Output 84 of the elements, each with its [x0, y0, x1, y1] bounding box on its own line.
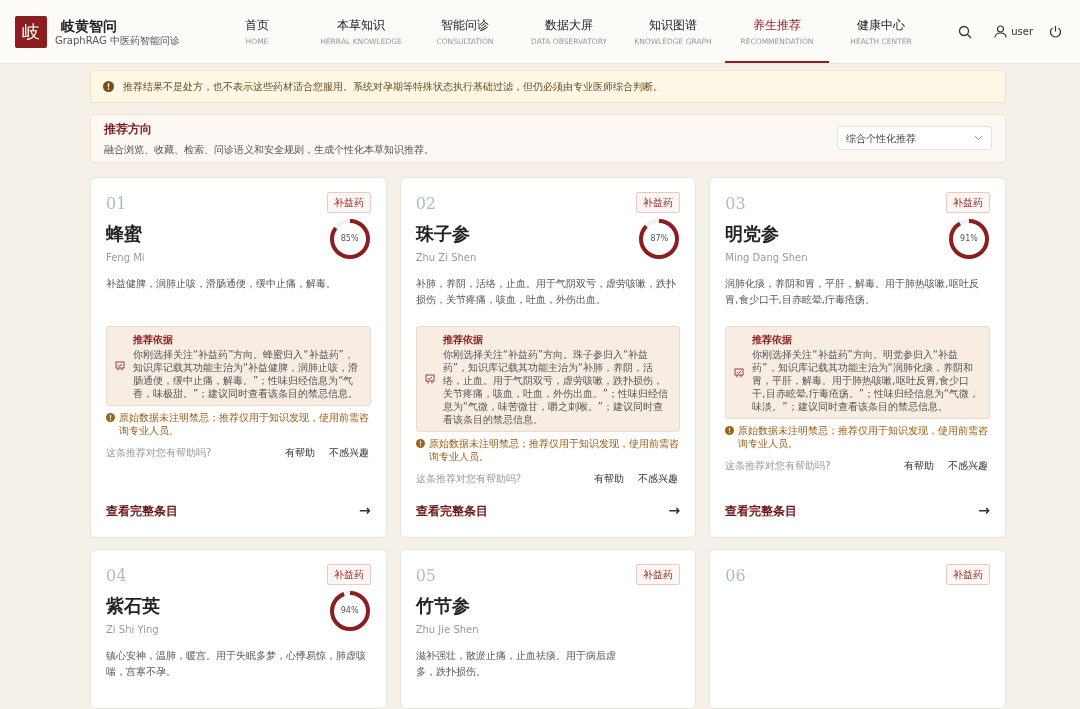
brand-name: 岐黄智问 — [60, 16, 118, 35]
basis-title: 推荐依据 — [442, 333, 484, 347]
nav-label: 健康中心 — [857, 16, 905, 34]
herb-pinyin: Feng Mi — [106, 251, 145, 265]
herb-name: 珠子参 — [415, 222, 471, 246]
power-icon[interactable] — [1049, 25, 1062, 38]
user-icon — [994, 25, 1008, 38]
herb-description: 镇心安神，温肺，暖宫。用于失眠多梦，心悸易惊，肺虚咳喘，宫寒不孕。 — [106, 649, 367, 679]
user-menu[interactable]: user — [994, 24, 1033, 39]
basis-text: 你刚选择关注“补益药”方向。蜂蜜归入“补益药”，知识库记载其功能主治为“补益健脾，润肺止咳，滑肠通便，缓中止痛，解毒。”；性味归经信息为“气香，味极甜。”；建议同时查看该条目的禁忌信息。 — [133, 348, 360, 400]
warning-icon — [725, 426, 735, 435]
category-tag: 补益药 — [326, 564, 371, 585]
feedback-question: 这条推荐对您有帮助吗? — [725, 459, 831, 473]
not-interested-button[interactable]: 不感兴趣 — [638, 471, 679, 486]
card-number: 01 — [106, 193, 127, 215]
link-label: 查看完整条目 — [106, 502, 178, 520]
board-icon — [734, 367, 745, 378]
nav-label: 首页 — [245, 16, 269, 34]
helpful-button[interactable]: 有帮助 — [594, 471, 625, 486]
herb-name: 明党参 — [725, 222, 781, 246]
category-tag: 补益药 — [636, 564, 681, 585]
warning-text: 原始数据未注明禁忌；推荐仅用于知识发现，使用前需咨询专业人员。 — [428, 437, 680, 463]
score-text: 85% — [340, 233, 359, 245]
board-icon — [424, 374, 435, 384]
basis-text: 你刚选择关注“补益药”方向。珠子参归入“补益药”，知识库记载其功能主治为“补肺，养阴，活络，止血。用于气阴双亏，虚劳咳嗽，跌扑损伤，关节疼痛，咳血，吐血，外伤出血。”；性味归经信息为“气微，味苦微甘，嚼之刺喉。”；建议同时查看该条目的禁忌信息。 — [442, 348, 669, 426]
arrow-icon: → — [668, 500, 681, 521]
score-text: 94% — [340, 605, 359, 617]
herb-name: 蜂蜜 — [106, 222, 143, 246]
nav-label: 知识图谱 — [649, 16, 697, 34]
warning-icon — [415, 439, 425, 448]
herb-name: 竹节参 — [415, 594, 471, 618]
not-interested-button[interactable]: 不感兴趣 — [328, 445, 369, 460]
herb-pinyin: Zhu Zi Shen — [415, 251, 477, 265]
category-tag: 补益药 — [326, 192, 371, 213]
herb-description: 润肺化痰，养阴和胃，平肝，解毒。用于肺热咳嗽,呕吐反胃,食少口干,目赤眩晕,疔毒疮疡。 — [725, 277, 980, 307]
card-number: 03 — [725, 193, 746, 215]
herb-pinyin: Ming Dang Shen — [725, 251, 808, 265]
search-icon[interactable] — [958, 24, 973, 39]
nav-label: 数据大屏 — [545, 16, 593, 34]
view-entry-link[interactable]: 查看完整条目 → — [725, 486, 990, 521]
basis-title: 推荐依据 — [752, 333, 794, 347]
link-label: 查看完整条目 — [415, 502, 488, 520]
warning-icon — [103, 80, 114, 92]
basis-text: 你刚选择关注“补益药”方向。明党参归入“补益药”，知识库记载其功能主治为“润肺化痰，养阴和胃，平肝，解毒。用于肺热咳嗽,呕吐反胃,食少口干,目赤眩晕,疔毒疮疡。”；性味归经信息为“气微，味淡。”；建议同时查看该条目的禁忌信息。 — [752, 348, 981, 413]
arrow-icon: → — [978, 500, 990, 521]
herb-description: 滋补强壮，散淤止痛，止血祛痰。用于病后虚 多，跌扑损伤。 — [415, 649, 617, 679]
feedback-question: 这条推荐对您有帮助吗? — [106, 446, 212, 460]
link-label: 查看完整条目 — [725, 502, 798, 520]
view-entry-link[interactable]: 查看完整条目 → — [106, 486, 371, 521]
herb-pinyin: Zhu Jie Shen — [415, 623, 479, 637]
arrow-icon: → — [358, 500, 371, 521]
herb-description: 补益健脾，润肺止咳，滑肠通便，缓中止痛，解毒。 — [106, 277, 337, 291]
herb-name: 紫石英 — [106, 594, 160, 618]
direction-select[interactable]: 综合个性化推荐 — [837, 126, 992, 151]
helpful-button[interactable]: 有帮助 — [904, 458, 934, 473]
category-tag: 补益药 — [636, 192, 681, 213]
nav-label: 智能问诊 — [441, 16, 489, 34]
herb-pinyin: Zi Shi Ying — [106, 623, 160, 637]
nav-label: 养生推荐 — [753, 16, 801, 34]
helpful-button[interactable]: 有帮助 — [284, 445, 315, 460]
card-number: 06 — [725, 565, 746, 587]
not-interested-button[interactable]: 不感兴趣 — [948, 458, 988, 473]
feedback-question: 这条推荐对您有帮助吗? — [415, 472, 521, 486]
herb-description: 补肺，养阴，活络，止血。用于气阴双亏，虚劳咳嗽，跌扑损伤，关节疼痛，咳血，吐血，外伤出血。 — [415, 277, 677, 307]
logo: 岐 — [15, 15, 47, 48]
category-tag: 补益药 — [946, 192, 990, 213]
chevron-down-icon — [974, 135, 983, 142]
panel-description: 融合浏览、收藏、检索、问诊语义和安全规则，生成个性化本草知识推荐。 — [104, 142, 434, 157]
card-number: 05 — [415, 565, 436, 587]
score-text: 91% — [960, 233, 978, 245]
basis-title: 推荐依据 — [133, 333, 174, 347]
card-number: 04 — [106, 565, 127, 587]
view-entry-link[interactable]: 查看完整条目 → — [415, 486, 681, 521]
warning-text: 原始数据未注明禁忌；推荐仅用于知识发现，使用前需咨询专业人员。 — [738, 424, 990, 450]
warning-text: 原始数据未注明禁忌；推荐仅用于知识发现，使用前需咨询专业人员。 — [119, 411, 370, 437]
warning-icon — [106, 413, 115, 422]
card-number: 02 — [415, 193, 436, 215]
notice-text: 推荐结果不是处方，也不表示这些药材适合您服用。系统对孕期等特殊状态执行基础过滤，但仍必须由专业医师综合判断。 — [123, 79, 663, 94]
panel-title: 推荐方向 — [104, 120, 153, 138]
nav-label: 本草知识 — [337, 16, 385, 34]
score-text: 87% — [650, 233, 669, 245]
brand-subtitle: GraphRAG 中医药智能问诊 — [55, 34, 180, 47]
category-tag: 补益药 — [946, 564, 990, 585]
board-icon — [115, 361, 125, 371]
